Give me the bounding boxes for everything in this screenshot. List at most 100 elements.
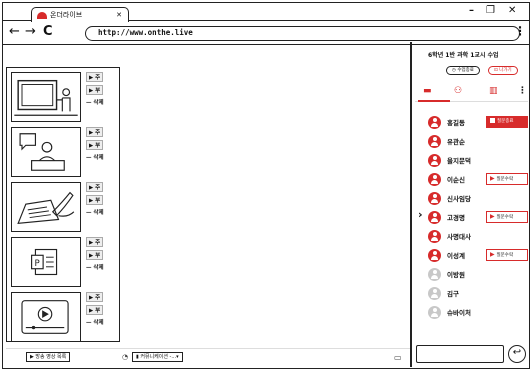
participant-row[interactable]: 이방원 bbox=[428, 267, 487, 281]
slide-item: ▶ 주 ▶ 부 — 삭제 bbox=[11, 72, 117, 124]
set-main-button[interactable]: ▶ 주 bbox=[86, 72, 104, 82]
tab-title: 온더라이브 bbox=[50, 11, 83, 19]
chat-tab-icon[interactable]: ▬ bbox=[423, 86, 432, 96]
participant-name: 이방원 bbox=[447, 271, 465, 279]
set-sub-button[interactable]: ▶ 부 bbox=[86, 305, 104, 315]
set-main-button[interactable]: ▶ 주 bbox=[86, 182, 104, 192]
participant-name: 을지문덕 bbox=[447, 157, 471, 165]
participant-row[interactable]: 김구 bbox=[428, 286, 487, 300]
participant-name: 슈바이처 bbox=[447, 309, 471, 317]
participant-row[interactable]: 이성계 ▶ 질문수락 bbox=[428, 248, 528, 262]
delete-button[interactable]: — 삭제 bbox=[86, 208, 104, 218]
reload-button[interactable]: C bbox=[43, 25, 53, 39]
delete-button[interactable]: — 삭제 bbox=[86, 263, 104, 273]
accept-question-button[interactable]: ▶ 질문수락 bbox=[486, 249, 528, 261]
forward-button[interactable]: → bbox=[25, 25, 36, 39]
participants-tab-icon[interactable]: ⚇ bbox=[454, 86, 462, 96]
more-tab-icon[interactable]: ⋮ bbox=[518, 86, 527, 96]
set-sub-button[interactable]: ▶ 부 bbox=[86, 195, 104, 205]
participant-name: 홍길동 bbox=[447, 119, 465, 127]
avatar-icon bbox=[428, 134, 441, 148]
navigation-bar: ← → C http://www.onthe.live ⋮ bbox=[3, 21, 529, 45]
minimize-button[interactable]: – bbox=[469, 5, 474, 16]
participant-name: 김구 bbox=[447, 290, 459, 298]
class-title: 6학년 1반 과학 1교시 수업 bbox=[428, 52, 499, 59]
tab-close-icon[interactable]: ✕ bbox=[116, 11, 122, 19]
participant-row[interactable]: 유관순 bbox=[428, 134, 487, 148]
sidebar-divider bbox=[410, 42, 412, 367]
video-list-button[interactable]: ▶ 방송 영상 목록 bbox=[26, 352, 71, 362]
set-main-button[interactable]: ▶ 주 bbox=[86, 292, 104, 302]
accept-question-button[interactable]: ▶ 질문수락 bbox=[486, 211, 528, 223]
stop-icon bbox=[490, 118, 495, 123]
address-bar[interactable]: http://www.onthe.live bbox=[85, 26, 520, 41]
expand-chevron-icon[interactable]: › bbox=[418, 208, 423, 221]
delete-button[interactable]: — 삭제 bbox=[86, 153, 104, 163]
avatar-icon bbox=[428, 229, 441, 243]
participant-row[interactable]: 이순신 ▶ 질문수락 bbox=[428, 172, 528, 186]
participant-row[interactable]: 신사임당 bbox=[428, 191, 487, 205]
set-main-button[interactable]: ▶ 주 bbox=[86, 237, 104, 247]
avatar-icon bbox=[428, 153, 441, 167]
avatar-icon bbox=[428, 115, 441, 129]
end-class-button[interactable]: ◷ 수업종료 bbox=[446, 66, 480, 75]
board-tab-icon[interactable]: ▥ bbox=[489, 86, 498, 96]
delete-button[interactable]: — 삭제 bbox=[86, 318, 104, 328]
accept-question-label: 질문수락 bbox=[496, 215, 514, 220]
avatar-icon bbox=[428, 305, 441, 319]
set-sub-button[interactable]: ▶ 부 bbox=[86, 250, 104, 260]
participant-name: 이순신 bbox=[447, 176, 465, 184]
participant-name: 이성계 bbox=[447, 252, 465, 260]
slide-item: ▶ 주 ▶ 부 — 삭제 bbox=[11, 182, 117, 234]
participant-row[interactable]: 사명대사 bbox=[428, 229, 487, 243]
accept-question-label: 질문수락 bbox=[496, 253, 514, 258]
slide-item: ▶ 주 ▶ 부 — 삭제 bbox=[11, 292, 117, 344]
communication-select[interactable]: ▮ 커뮤니케이션 -...▾ bbox=[132, 352, 183, 362]
video-player-icon[interactable] bbox=[11, 292, 81, 342]
avatar-icon bbox=[428, 191, 441, 205]
close-window-button[interactable]: ✕ bbox=[508, 5, 516, 16]
delete-button[interactable]: — 삭제 bbox=[86, 98, 104, 108]
leave-button[interactable]: ⊡ 나가기 bbox=[488, 66, 518, 75]
bottom-toolbar: ▶ 방송 영상 목록 ◔ ▮ 커뮤니케이션 -...▾ ▭ bbox=[6, 348, 410, 362]
participant-row[interactable]: 고경명 ▶ 질문수락 bbox=[428, 210, 528, 224]
slide-item: P ▶ 주 ▶ 부 — 삭제 bbox=[11, 237, 117, 289]
mic-icon[interactable]: ◔ bbox=[122, 353, 128, 361]
writing-hand-icon[interactable] bbox=[11, 182, 81, 232]
end-question-label: 질문종료 bbox=[497, 119, 514, 124]
powerpoint-icon[interactable]: P bbox=[11, 237, 81, 287]
slide-panel: ▶ 주 ▶ 부 — 삭제 ▶ 주 ▶ 부 — 삭제 ▶ 주 ▶ 부 — 삭제 P… bbox=[6, 67, 120, 342]
whiteboard-teacher-icon[interactable] bbox=[11, 72, 81, 122]
participant-name: 신사임당 bbox=[447, 195, 471, 203]
participant-name: 사명대사 bbox=[447, 233, 471, 241]
browser-menu-icon[interactable]: ⋮ bbox=[514, 24, 526, 38]
back-button[interactable]: ← bbox=[9, 25, 20, 39]
restore-button[interactable]: ❐ bbox=[486, 5, 495, 16]
title-bar: 온더라이브 ✕ – ❐ ✕ bbox=[3, 3, 529, 22]
participant-name: 유관순 bbox=[447, 138, 465, 146]
svg-text:P: P bbox=[34, 259, 39, 269]
participant-name: 고경명 bbox=[447, 214, 465, 222]
set-sub-button[interactable]: ▶ 부 bbox=[86, 140, 104, 150]
end-question-button[interactable]: 질문종료 bbox=[486, 116, 528, 128]
participant-row[interactable]: 슈바이처 bbox=[428, 305, 487, 319]
onthelive-logo-icon bbox=[37, 11, 47, 19]
chat-input[interactable] bbox=[416, 345, 504, 363]
avatar-icon bbox=[428, 248, 441, 262]
teacher-desk-icon[interactable] bbox=[11, 127, 81, 177]
send-icon[interactable]: ↩ bbox=[508, 345, 526, 363]
avatar-icon bbox=[428, 286, 441, 300]
sidebar-tabs: ▬ ⚇ ▥ ⋮ bbox=[415, 86, 528, 100]
avatar-icon bbox=[428, 172, 441, 186]
set-main-button[interactable]: ▶ 주 bbox=[86, 127, 104, 137]
set-sub-button[interactable]: ▶ 부 bbox=[86, 85, 104, 95]
avatar-icon bbox=[428, 267, 441, 281]
slide-item: ▶ 주 ▶ 부 — 삭제 bbox=[11, 127, 117, 179]
screen-icon[interactable]: ▭ bbox=[394, 353, 402, 362]
accept-question-label: 질문수락 bbox=[496, 177, 514, 182]
participant-row[interactable]: 홍길동 질문종료 bbox=[428, 115, 528, 129]
active-tab-indicator bbox=[418, 100, 450, 102]
participant-row[interactable]: 을지문덕 bbox=[428, 153, 487, 167]
accept-question-button[interactable]: ▶ 질문수락 bbox=[486, 173, 528, 185]
browser-tab[interactable]: 온더라이브 ✕ bbox=[31, 7, 129, 22]
